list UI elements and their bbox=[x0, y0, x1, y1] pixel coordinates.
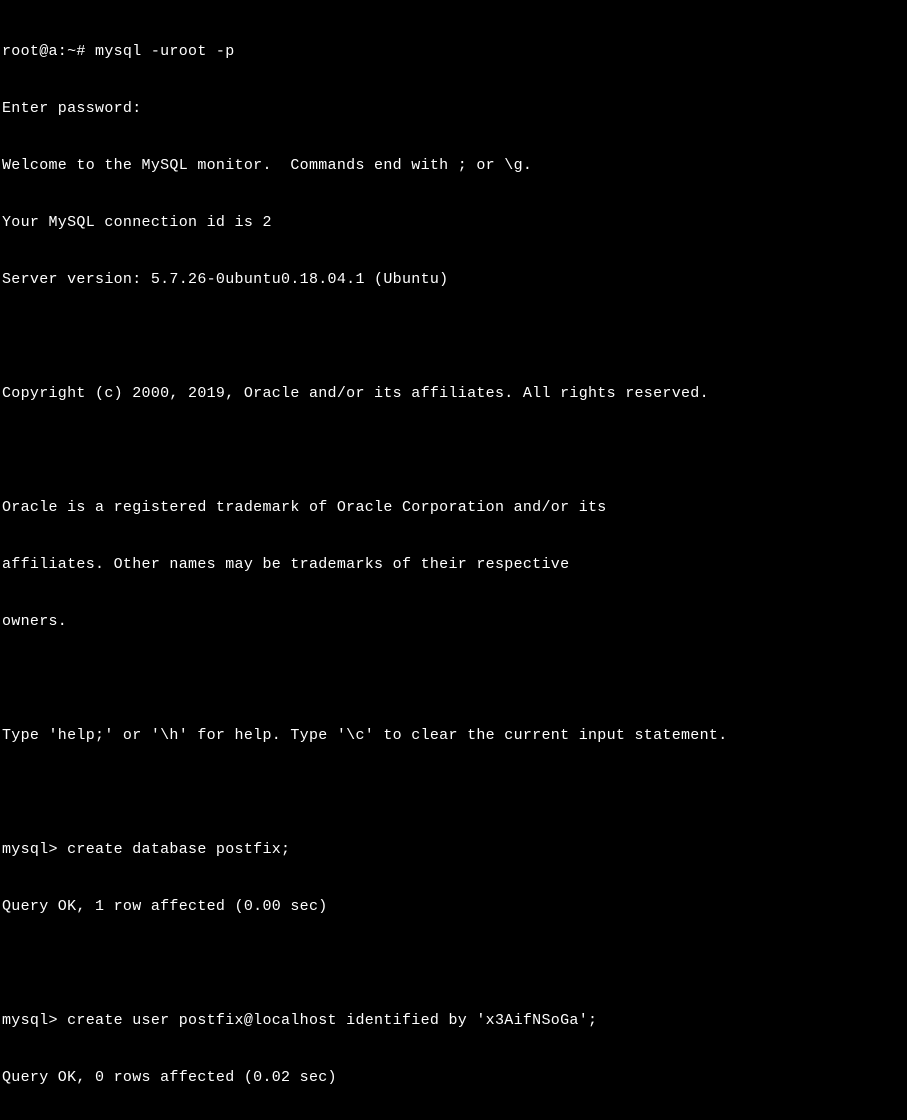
terminal-line: Your MySQL connection id is 2 bbox=[2, 213, 905, 232]
terminal-line: affiliates. Other names may be trademark… bbox=[2, 555, 905, 574]
terminal-line: Query OK, 0 rows affected (0.02 sec) bbox=[2, 1068, 905, 1087]
terminal-output[interactable]: root@a:~# mysql -uroot -p Enter password… bbox=[2, 4, 905, 1120]
terminal-line: Server version: 5.7.26-0ubuntu0.18.04.1 … bbox=[2, 270, 905, 289]
terminal-line: Query OK, 1 row affected (0.00 sec) bbox=[2, 897, 905, 916]
terminal-line: Type 'help;' or '\h' for help. Type '\c'… bbox=[2, 726, 905, 745]
terminal-line: Enter password: bbox=[2, 99, 905, 118]
terminal-line: owners. bbox=[2, 612, 905, 631]
terminal-line bbox=[2, 783, 905, 802]
terminal-line: Oracle is a registered trademark of Orac… bbox=[2, 498, 905, 517]
terminal-line bbox=[2, 327, 905, 346]
terminal-line: Welcome to the MySQL monitor. Commands e… bbox=[2, 156, 905, 175]
terminal-line: mysql> create user postfix@localhost ide… bbox=[2, 1011, 905, 1030]
terminal-line bbox=[2, 669, 905, 688]
terminal-line: mysql> create database postfix; bbox=[2, 840, 905, 859]
terminal-line bbox=[2, 954, 905, 973]
terminal-line: root@a:~# mysql -uroot -p bbox=[2, 42, 905, 61]
terminal-line bbox=[2, 441, 905, 460]
terminal-line: Copyright (c) 2000, 2019, Oracle and/or … bbox=[2, 384, 905, 403]
